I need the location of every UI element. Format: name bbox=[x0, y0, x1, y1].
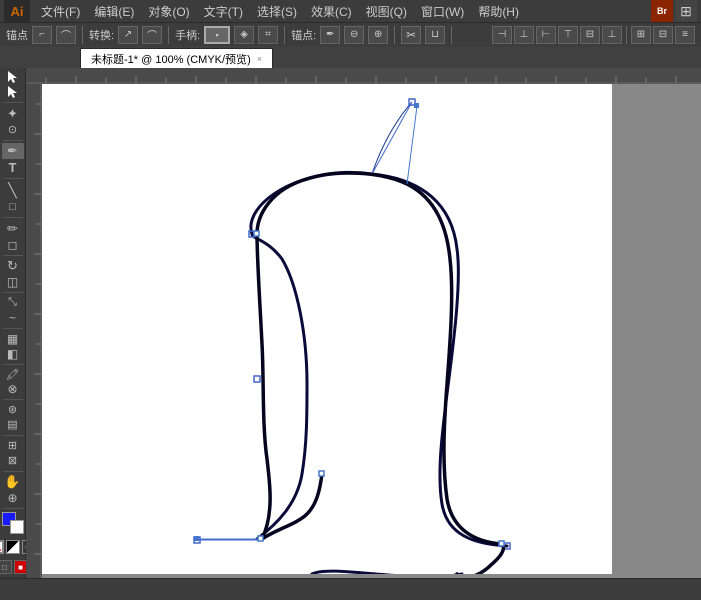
more-btn[interactable]: ≡ bbox=[675, 26, 695, 44]
pen-tool[interactable]: ✒ bbox=[2, 143, 24, 159]
eraser-tool[interactable]: ◻ bbox=[2, 238, 24, 252]
tool-separator-10 bbox=[3, 435, 23, 436]
menu-file[interactable]: 文件(F) bbox=[34, 1, 87, 22]
canvas-document[interactable] bbox=[42, 84, 612, 574]
pencil-tool[interactable]: ✏ bbox=[2, 221, 24, 237]
divider6 bbox=[626, 26, 627, 44]
handle-box1[interactable]: ▪ bbox=[204, 26, 230, 44]
left-toolbar: ✦ ⊙ ✒ T ╲ □ ✏ ◻ ↻ ◫ ⤡ ~ ▦ ◧ 🖍 ⊗ ⊛ ▤ ⊞ ⊠ … bbox=[0, 68, 26, 578]
options-bar: 锚点 ⌐ ⌒ 转换: ↗ ⌒ 手柄: ▪ ◈ ⌗ 锚点: ✒ ⊖ ⊕ ✂ ⊔ ⊣… bbox=[0, 22, 701, 46]
transform-btn2[interactable]: ⌒ bbox=[142, 26, 162, 44]
anchor-corner-btn[interactable]: ⌐ bbox=[32, 26, 52, 44]
artboard-tool[interactable]: ⊞ bbox=[2, 439, 24, 453]
type-tool[interactable]: T bbox=[2, 160, 24, 175]
gradient-tool[interactable]: ◧ bbox=[2, 347, 24, 361]
column-graph-tool[interactable]: ▤ bbox=[2, 418, 24, 432]
divider2 bbox=[168, 26, 169, 44]
workspace-icon[interactable]: ⊞ bbox=[675, 0, 697, 22]
align-left-btn[interactable]: ⊣ bbox=[492, 26, 512, 44]
screen-mode-row: □ ■ bbox=[0, 560, 28, 574]
connect-btn[interactable]: ⊔ bbox=[425, 26, 445, 44]
lasso-tool[interactable]: ⊙ bbox=[2, 123, 24, 137]
menu-edit[interactable]: 编辑(E) bbox=[87, 1, 141, 22]
anchor-smooth-btn[interactable]: ⌒ bbox=[56, 26, 76, 44]
tool-separator-1 bbox=[3, 102, 23, 103]
direct-selection-tool[interactable] bbox=[2, 85, 24, 99]
app-logo: Ai bbox=[4, 0, 30, 22]
menu-text[interactable]: 文字(T) bbox=[197, 1, 250, 22]
menu-effect[interactable]: 效果(C) bbox=[304, 1, 359, 22]
divider3 bbox=[284, 26, 285, 44]
align-right-btn[interactable]: ⊢ bbox=[536, 26, 556, 44]
anchor-remove-btn[interactable]: ⊖ bbox=[344, 26, 364, 44]
tool-separator-6 bbox=[3, 292, 23, 293]
stroke-fill-indicator[interactable] bbox=[2, 512, 24, 534]
menu-help[interactable]: 帮助(H) bbox=[471, 1, 526, 22]
menu-object[interactable]: 对象(O) bbox=[141, 1, 196, 22]
tab-title: 未标题-1* @ 100% (CMYK/预览) bbox=[91, 51, 251, 67]
anchor-type-btn[interactable]: ✒ bbox=[320, 26, 340, 44]
tool-separator-9 bbox=[3, 399, 23, 400]
hand-tool[interactable]: ✋ bbox=[2, 474, 24, 490]
tool-separator-11 bbox=[3, 471, 23, 472]
gradient-swatch[interactable] bbox=[6, 540, 20, 554]
tool-separator-7 bbox=[3, 328, 23, 329]
ruler-top bbox=[26, 68, 701, 84]
transform-label: 转换: bbox=[89, 27, 114, 43]
stroke-swatch[interactable] bbox=[10, 520, 24, 534]
tool-separator-8 bbox=[3, 364, 23, 365]
status-bar bbox=[0, 578, 701, 600]
scale-tool[interactable]: ⤡ bbox=[2, 296, 24, 310]
line-tool[interactable]: ╲ bbox=[2, 182, 24, 199]
blend-tool[interactable]: ⊗ bbox=[2, 382, 24, 396]
anchor-add-btn[interactable]: ⊕ bbox=[368, 26, 388, 44]
menu-view[interactable]: 视图(Q) bbox=[359, 1, 414, 22]
magic-wand-tool[interactable]: ✦ bbox=[2, 106, 24, 122]
tool-separator-3 bbox=[3, 178, 23, 179]
align-center-btn[interactable]: ⊥ bbox=[514, 26, 534, 44]
rotate-tool[interactable]: ↻ bbox=[2, 258, 24, 274]
tool-separator-12 bbox=[3, 508, 23, 509]
none-icon[interactable] bbox=[0, 540, 4, 554]
slice-tool[interactable]: ⊠ bbox=[2, 454, 24, 468]
color-swatches: ⊘ □ ■ bbox=[2, 512, 24, 574]
distribute-h-btn[interactable]: ⊞ bbox=[631, 26, 651, 44]
mirror-tool[interactable]: ◫ bbox=[2, 275, 24, 289]
scissors-btn[interactable]: ✂ bbox=[401, 26, 421, 44]
anchor2-label: 锚点: bbox=[291, 27, 316, 43]
normal-mode-btn[interactable]: □ bbox=[0, 560, 12, 574]
distribute-v-btn[interactable]: ⊟ bbox=[653, 26, 673, 44]
align-middle-btn[interactable]: ⊟ bbox=[580, 26, 600, 44]
handle-btn1[interactable]: ◈ bbox=[234, 26, 254, 44]
canvas-area bbox=[26, 68, 701, 578]
bridge-icon[interactable]: Br bbox=[651, 0, 673, 22]
document-tab[interactable]: 未标题-1* @ 100% (CMYK/预览) × bbox=[80, 48, 273, 68]
handle-label: 手柄: bbox=[175, 27, 200, 43]
menu-window[interactable]: 窗口(W) bbox=[414, 1, 471, 22]
divider1 bbox=[82, 26, 83, 44]
handle-btn2[interactable]: ⌗ bbox=[258, 26, 278, 44]
transform-btn1[interactable]: ↗ bbox=[118, 26, 138, 44]
menu-bar: Ai 文件(F) 编辑(E) 对象(O) 文字(T) 选择(S) 效果(C) 视… bbox=[0, 0, 701, 22]
anchor-label: 锚点 bbox=[6, 27, 28, 43]
divider4 bbox=[394, 26, 395, 44]
align-bottom-btn[interactable]: ⊥ bbox=[602, 26, 622, 44]
divider5 bbox=[451, 26, 452, 44]
ruler-left bbox=[26, 84, 42, 578]
tab-bar: 未标题-1* @ 100% (CMYK/预览) × bbox=[0, 46, 701, 68]
align-top-btn[interactable]: ⊤ bbox=[558, 26, 578, 44]
symbol-tool[interactable]: ⊛ bbox=[2, 403, 24, 417]
tab-close-btn[interactable]: × bbox=[257, 54, 262, 64]
warp-tool[interactable]: ~ bbox=[2, 311, 24, 325]
rect-tool[interactable]: □ bbox=[2, 200, 24, 214]
selection-tool[interactable] bbox=[2, 70, 24, 84]
main-area: ✦ ⊙ ✒ T ╲ □ ✏ ◻ ↻ ◫ ⤡ ~ ▦ ◧ 🖍 ⊗ ⊛ ▤ ⊞ ⊠ … bbox=[0, 68, 701, 578]
graph-tool[interactable]: ▦ bbox=[2, 332, 24, 346]
tool-separator-5 bbox=[3, 255, 23, 256]
tool-separator-2 bbox=[3, 140, 23, 141]
tool-separator-4 bbox=[3, 217, 23, 218]
eyedropper-tool[interactable]: 🖍 bbox=[2, 367, 24, 381]
menu-select[interactable]: 选择(S) bbox=[250, 1, 304, 22]
zoom-tool[interactable]: ⊕ bbox=[2, 491, 24, 505]
